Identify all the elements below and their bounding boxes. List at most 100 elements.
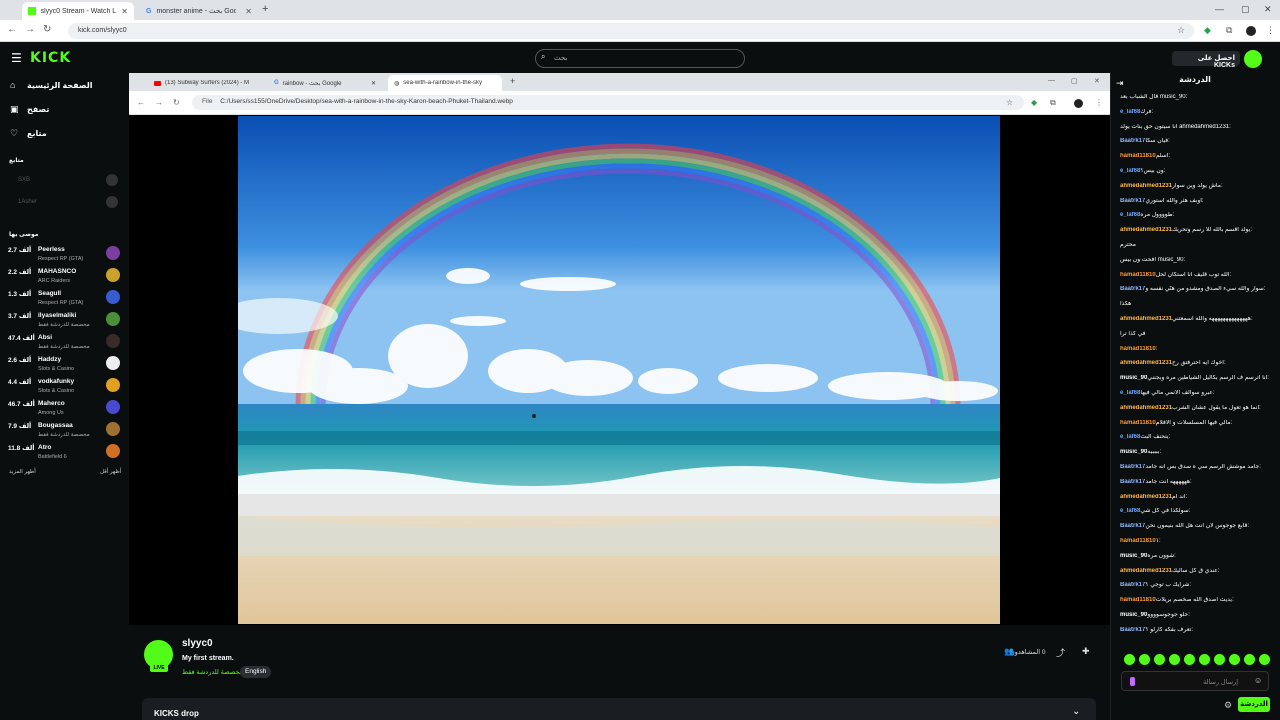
forward-icon[interactable]: → — [25, 24, 35, 35]
inner-tab-active[interactable]: ◍ sea-with-a-rainbow-in-the-sky — [388, 75, 502, 91]
emoji-icon[interactable]: ☺ — [1254, 676, 1262, 685]
language-tag[interactable]: English — [240, 666, 272, 678]
chat-username[interactable]: hamad11810 — [1120, 272, 1156, 278]
forward-icon[interactable]: → — [155, 98, 163, 107]
recommended-channel[interactable]: 11.8 ألف Atro Battlefield 6 — [8, 444, 120, 464]
show-less-link[interactable]: أظهر أقل — [100, 469, 121, 475]
close-tab-icon[interactable]: ✕ — [121, 7, 128, 16]
extensions-puzzle-icon[interactable]: ⧉ — [1226, 25, 1232, 36]
emote-icon[interactable] — [1259, 654, 1270, 665]
chat-username[interactable]: hamad11810 — [1120, 420, 1156, 426]
maximize-icon[interactable]: ▢ — [1071, 77, 1078, 85]
chat-username[interactable]: e_laf68 — [1120, 390, 1140, 396]
menu-kebab-icon[interactable]: ⋮ — [1266, 25, 1275, 36]
inner-tab[interactable]: (13) Subway Surfers (2024) - M — [148, 75, 260, 91]
extensions-puzzle-icon[interactable]: ⧉ — [1050, 98, 1056, 108]
chat-username[interactable]: ahmedahmed1231 — [1120, 568, 1172, 574]
microphone-icon[interactable] — [1130, 677, 1135, 686]
chat-input[interactable]: إرسال رسالة — [1121, 671, 1269, 691]
chat-username[interactable]: Baatrk17 — [1120, 464, 1145, 470]
hamburger-menu-icon[interactable]: ☰ — [11, 51, 22, 65]
recommended-channel[interactable]: 2.7 ألف Peerless Respect RP (GTA) — [8, 246, 120, 266]
inner-url-field[interactable]: File C:/Users/ss155/OneDrive/Desktop/sea… — [192, 95, 1024, 110]
close-window-icon[interactable]: ✕ — [1264, 4, 1272, 15]
emote-icon[interactable] — [1154, 654, 1165, 665]
extension-icon[interactable]: ◆ — [1031, 98, 1037, 107]
emote-icon[interactable] — [1169, 654, 1180, 665]
chat-username[interactable]: Baatrk17 — [1120, 198, 1145, 204]
chat-username[interactable]: Baatrk17 — [1120, 627, 1145, 633]
chat-username[interactable]: ahmedahmed1231 — [1120, 494, 1172, 500]
profile-avatar[interactable] — [1074, 99, 1083, 108]
recommended-channel[interactable]: 7.9 ألف Bougassaa مخصصة للدردشة فقط — [8, 422, 120, 442]
emote-icon[interactable] — [1229, 654, 1240, 665]
kicks-drop-panel[interactable]: KICKS drop — [142, 698, 1096, 720]
recommended-channel[interactable]: 4.4 ألف vodkafunky Slots & Casino — [8, 378, 120, 398]
followed-channel[interactable]: 1Asher — [18, 199, 37, 205]
chat-username[interactable]: music_90 — [1120, 553, 1147, 559]
recommended-channel[interactable]: 47.4 ألف Absi مخصصة للدردشة فقط — [8, 334, 120, 354]
menu-kebab-icon[interactable]: ⋮ — [1095, 98, 1103, 107]
nav-following[interactable]: متابع — [27, 129, 47, 138]
chat-username[interactable]: e_laf68 — [1120, 212, 1140, 218]
emote-icon[interactable] — [1214, 654, 1225, 665]
chat-username[interactable]: ahmedahmed1231 — [1120, 227, 1172, 233]
chat-username[interactable]: music_90 — [1120, 612, 1147, 618]
nav-home[interactable]: الصفحة الرئيسية — [27, 81, 92, 90]
chat-username[interactable]: hamad11810 — [1120, 538, 1156, 544]
new-tab-icon[interactable]: + — [510, 76, 515, 86]
bookmark-star-icon[interactable]: ☆ — [1177, 25, 1185, 36]
inner-tab[interactable]: G rainbow - بحث Google ✕ — [268, 75, 382, 91]
emote-icon[interactable] — [1244, 654, 1255, 665]
recommended-channel[interactable]: 2.6 ألف Haddzy Slots & Casino — [8, 356, 120, 376]
chat-username[interactable]: ahmedahmed1231 — [1120, 405, 1172, 411]
close-window-icon[interactable]: ✕ — [1094, 77, 1100, 85]
get-kicks-button[interactable]: احصل على KICKs — [1172, 51, 1240, 69]
browser-tab-google[interactable]: G monster anime - بحث Google ✕ — [140, 2, 258, 20]
chat-username[interactable]: e_laf68 — [1120, 168, 1140, 174]
user-avatar[interactable] — [1244, 50, 1262, 68]
send-chat-button[interactable]: الدردشة — [1238, 697, 1270, 712]
chat-username[interactable]: music_90 — [1120, 375, 1147, 381]
emote-icon[interactable] — [1199, 654, 1210, 665]
stream-category[interactable]: مخصصة للدردشة فقط — [182, 668, 243, 676]
emote-icon[interactable] — [1139, 654, 1150, 665]
nav-browse[interactable]: تصفح — [27, 105, 49, 114]
chat-username[interactable]: e_laf68 — [1120, 434, 1140, 440]
profile-avatar[interactable] — [1246, 26, 1256, 36]
chevron-down-icon[interactable]: ⌄ — [1072, 706, 1080, 717]
chat-username[interactable]: ahmedahmed1231 — [1120, 360, 1172, 366]
minimize-icon[interactable]: — — [1048, 77, 1055, 84]
url-field[interactable]: kick.com/slyyc0 — [68, 23, 1194, 39]
chat-username[interactable]: Baatrk17 — [1120, 286, 1145, 292]
chat-username[interactable]: ahmedahmed1231 — [1120, 183, 1172, 189]
recommended-channel[interactable]: 1.3 ألف Seagull Respect RP (GTA) — [8, 290, 120, 310]
show-more-link[interactable]: أظهر المزيد — [9, 469, 36, 475]
back-icon[interactable]: ← — [7, 24, 17, 35]
close-tab-icon[interactable]: ✕ — [245, 7, 252, 16]
chat-username[interactable]: Baatrk17 — [1120, 582, 1145, 588]
maximize-icon[interactable]: ▢ — [1241, 4, 1250, 15]
share-icon[interactable]: ⤴ — [1056, 646, 1065, 659]
follow-icon[interactable]: ✚ — [1082, 646, 1090, 657]
chat-username[interactable]: e_laf68 — [1120, 109, 1140, 115]
chat-username[interactable]: Baatrk17 — [1120, 479, 1145, 485]
new-tab-icon[interactable]: + — [262, 3, 268, 15]
emote-icon[interactable] — [1124, 654, 1135, 665]
chat-username[interactable]: hamad11810 — [1120, 346, 1156, 352]
back-icon[interactable]: ← — [137, 98, 145, 107]
reload-icon[interactable]: ↻ — [43, 24, 51, 35]
search-input[interactable]: بحث — [535, 49, 745, 68]
chat-username[interactable]: hamad11810 — [1120, 597, 1156, 603]
extension-icon[interactable]: ◆ — [1204, 25, 1211, 36]
followed-channel[interactable]: SXB — [18, 177, 30, 183]
chat-username[interactable]: music_90 — [1120, 449, 1147, 455]
minimize-icon[interactable]: — — [1215, 4, 1224, 14]
recommended-channel[interactable]: 46.7 ألف Maherco Among Us — [8, 400, 120, 420]
bookmark-star-icon[interactable]: ☆ — [1006, 98, 1013, 107]
kick-logo[interactable]: KICK — [30, 50, 71, 66]
recommended-channel[interactable]: 3.7 ألف ilyaselmaliki مخصصة للدردشة فقط — [8, 312, 120, 332]
chat-username[interactable]: Baatrk17 — [1120, 138, 1145, 144]
chat-username[interactable]: e_laf68 — [1120, 508, 1140, 514]
chat-username[interactable]: hamad11810 — [1120, 153, 1156, 159]
